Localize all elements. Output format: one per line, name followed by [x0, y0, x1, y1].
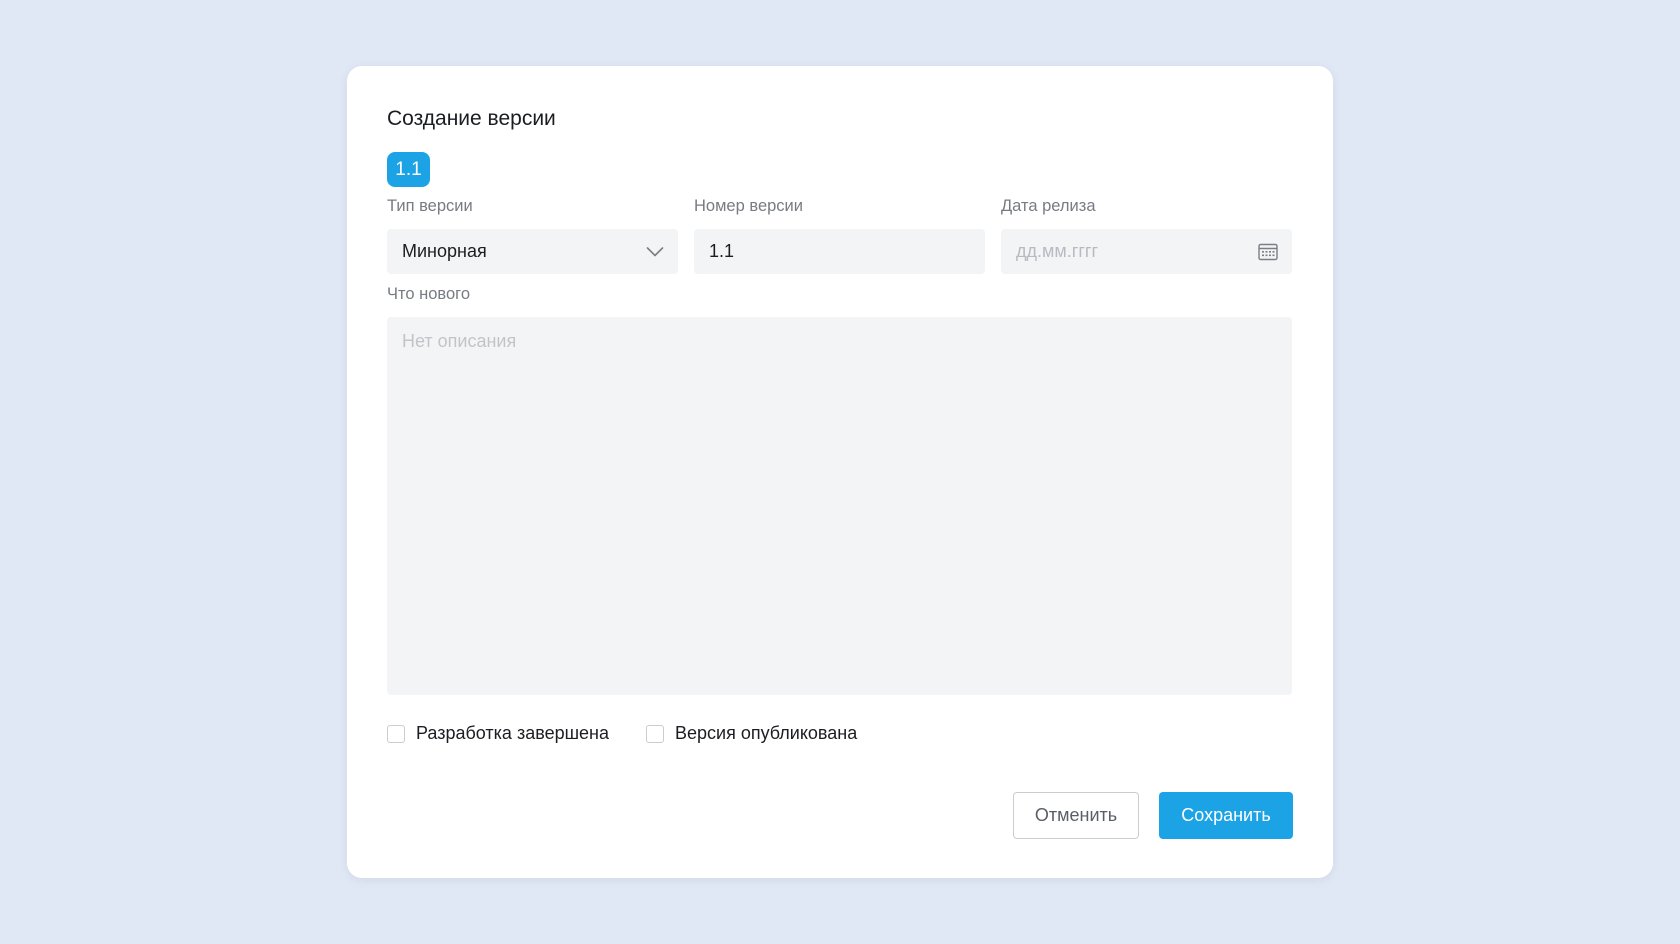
checkbox-development-complete-box[interactable]	[387, 724, 405, 743]
version-type-value: Минорная	[402, 241, 487, 261]
version-number-label: Номер версии	[694, 197, 803, 215]
version-number-input[interactable]: 1.1	[694, 229, 985, 274]
version-badge: 1.1	[387, 152, 430, 187]
dialog-title: Создание версии	[387, 107, 556, 130]
save-button[interactable]: Сохранить	[1159, 792, 1293, 839]
version-number-value: 1.1	[709, 241, 735, 261]
checkbox-version-published[interactable]: Версия опубликована	[646, 723, 857, 744]
release-date-input[interactable]: дд.мм.гггг	[1001, 229, 1292, 274]
version-type-select[interactable]: Минорная	[387, 229, 678, 274]
checkbox-development-complete[interactable]: Разработка завершена	[387, 723, 609, 744]
checkbox-version-published-label: Версия опубликована	[675, 723, 858, 743]
release-date-placeholder: дд.мм.гггг	[1016, 241, 1099, 261]
whats-new-placeholder: Нет описания	[402, 331, 517, 351]
version-type-label: Тип версии	[387, 197, 473, 215]
whats-new-label: Что нового	[387, 285, 471, 303]
whats-new-textarea[interactable]: Нет описания	[387, 317, 1292, 695]
chevron-down-icon	[646, 246, 664, 257]
release-date-label: Дата релиза	[1001, 197, 1096, 215]
calendar-icon[interactable]	[1258, 243, 1278, 261]
checkbox-development-complete-label: Разработка завершена	[416, 723, 609, 743]
create-version-dialog: Создание версии 1.1 Тип версии Минорная …	[347, 66, 1333, 878]
cancel-button[interactable]: Отменить	[1013, 792, 1139, 839]
checkbox-version-published-box[interactable]	[646, 724, 664, 743]
